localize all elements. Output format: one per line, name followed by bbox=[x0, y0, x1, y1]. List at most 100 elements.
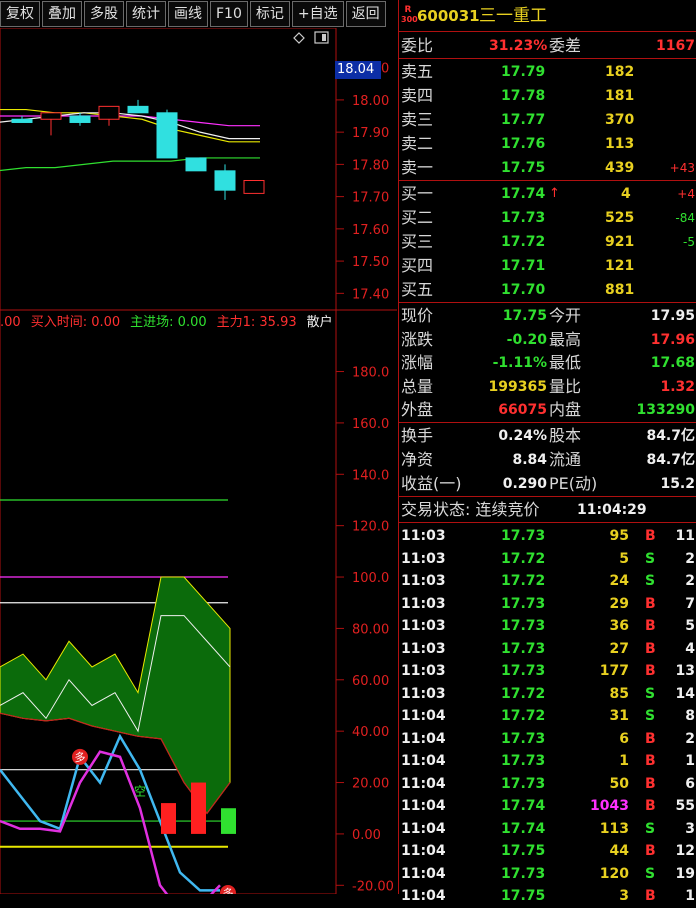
svg-text:多: 多 bbox=[75, 750, 86, 764]
divider bbox=[399, 180, 696, 181]
toolbar-button-8[interactable]: 返回 bbox=[345, 1, 386, 27]
sell-row[interactable]: 卖二 17.76 113 bbox=[399, 132, 696, 156]
tick-row[interactable]: 11:03 17.73 29 B 7 bbox=[399, 593, 696, 616]
indicator-axis-label: 60.00 bbox=[352, 674, 389, 689]
buy-row[interactable]: 买五 17.70 881 bbox=[399, 278, 696, 302]
stock-header[interactable]: R 300 600031 三一重工 bbox=[399, 4, 696, 30]
tick-row[interactable]: 11:03 17.73 95 B 11 bbox=[399, 525, 696, 548]
sell-row[interactable]: 卖五 17.79 182 bbox=[399, 60, 696, 84]
tick-row[interactable]: 11:03 17.73 177 B 13 bbox=[399, 660, 696, 683]
fund-row: 净资 8.84 流通 84.7亿 bbox=[401, 450, 695, 469]
candle bbox=[127, 99, 149, 114]
toolbar-button-0[interactable]: 复权 bbox=[0, 1, 40, 27]
tick-row[interactable]: 11:03 17.73 36 B 5 bbox=[399, 615, 696, 638]
candle bbox=[214, 164, 236, 200]
legend-item: 散户 bbox=[306, 315, 333, 330]
stat-row: 涨幅 -1.11% 最低 17.68 bbox=[401, 353, 695, 372]
price-axis-label: 17.40 bbox=[352, 287, 389, 302]
duo-marker: 多 bbox=[220, 885, 236, 894]
current-price-tag: 18.04 bbox=[335, 61, 381, 79]
indicator-axis-label: 100.0 bbox=[352, 571, 389, 586]
stock-name: 三一重工 bbox=[479, 6, 547, 26]
fund-row: 收益(一) 0.290 PE(动) 15.2 bbox=[401, 474, 695, 493]
price-axis-label: 17.90 bbox=[352, 126, 389, 141]
toolbar-button-7[interactable]: +自选 bbox=[291, 1, 344, 27]
price-axis-label: 17.50 bbox=[352, 255, 389, 270]
indicator-axis-label: 180.0 bbox=[352, 366, 389, 381]
indicator-axis-label: 20.00 bbox=[352, 777, 389, 792]
buy-row[interactable]: 买四 17.71 121 bbox=[399, 254, 696, 278]
candle bbox=[69, 112, 91, 126]
tick-row[interactable]: 11:03 17.72 85 S 14 bbox=[399, 683, 696, 706]
sell-row[interactable]: 卖三 17.77 370 bbox=[399, 108, 696, 132]
toolbar-button-3[interactable]: 统计 bbox=[126, 1, 166, 27]
toolbar-button-2[interactable]: 多股 bbox=[84, 1, 124, 27]
price-axis-label: 17.60 bbox=[352, 223, 389, 238]
candle bbox=[185, 157, 207, 172]
sell-row[interactable]: 卖四 17.78 181 bbox=[399, 84, 696, 108]
candle bbox=[40, 112, 62, 136]
tick-row[interactable]: 11:03 17.73 27 B 4 bbox=[399, 638, 696, 661]
indicator-legend: .00 买入时间: 0.00 主进场: 0.00 主力1: 35.93 散户 bbox=[0, 311, 343, 330]
tick-row[interactable]: 11:03 17.72 24 S 2 bbox=[399, 570, 696, 593]
r-badge: R 300 bbox=[401, 5, 418, 24]
tick-row[interactable]: 11:04 17.75 44 B 12 bbox=[399, 840, 696, 863]
price-axis-label: 18.00 bbox=[352, 94, 389, 109]
indicator-bar bbox=[191, 782, 206, 834]
window-icon[interactable] bbox=[314, 31, 329, 44]
ma-line-3 bbox=[0, 112, 260, 140]
indicator-axis-label: 40.00 bbox=[352, 725, 389, 740]
up-arrow-icon: ↑ bbox=[549, 186, 560, 201]
svg-text:空: 空 bbox=[134, 784, 146, 798]
toolbar-button-1[interactable]: 叠加 bbox=[42, 1, 82, 27]
legend-item: 主力1: 35.93 bbox=[216, 315, 297, 330]
tick-row[interactable]: 11:04 17.74 1043 B 55 bbox=[399, 795, 696, 818]
diamond-icon[interactable] bbox=[293, 32, 305, 44]
buy-row[interactable]: 买二 17.73 525 -84 bbox=[399, 206, 696, 230]
toolbar-button-4[interactable]: 画线 bbox=[168, 1, 208, 27]
candle bbox=[98, 105, 120, 126]
toolbar-button-5[interactable]: F10 bbox=[210, 1, 248, 27]
tick-row[interactable]: 11:04 17.75 3 B 1 bbox=[399, 885, 696, 908]
divider bbox=[399, 422, 696, 423]
chart-toolbar: 复权 叠加 多股 统计 画线 F10 标记 +自选 返回 bbox=[0, 0, 397, 28]
legend-item: .00 bbox=[0, 315, 21, 330]
kong-marker: 空 bbox=[134, 784, 146, 798]
tick-row[interactable]: 11:04 17.73 50 B 6 bbox=[399, 773, 696, 796]
candle bbox=[11, 116, 33, 123]
stock-code: 600031 bbox=[417, 7, 480, 25]
trade-status: 交易状态: 连续竞价 11:04:29 bbox=[401, 500, 647, 519]
legend-item: 买入时间: 0.00 bbox=[30, 315, 121, 330]
quote-panel: R 300 600031 三一重工 委比 31.23% 委差 1167 卖五 17… bbox=[398, 0, 696, 904]
tick-row[interactable]: 11:04 17.73 120 S 19 bbox=[399, 863, 696, 886]
ma-line-2 bbox=[0, 157, 260, 172]
indicator-axis-label: -20.00 bbox=[352, 879, 394, 894]
chart-canvas[interactable]: 18.1018.0017.9017.8017.7017.6017.5017.40… bbox=[0, 28, 397, 894]
candle bbox=[156, 109, 178, 159]
indicator-bar bbox=[221, 808, 236, 834]
stat-row: 外盘 66075 内盘 133290 bbox=[401, 400, 695, 419]
buy-row[interactable]: 买一 17.74 ↑ 4 +4 bbox=[399, 182, 696, 206]
legend-item: 主进场: 0.00 bbox=[130, 315, 207, 330]
divider bbox=[399, 522, 696, 523]
tick-row[interactable]: 11:04 17.74 113 S 3 bbox=[399, 818, 696, 841]
candle bbox=[243, 180, 265, 194]
buy-row[interactable]: 买三 17.72 921 -5 bbox=[399, 230, 696, 254]
tick-row[interactable]: 11:04 17.72 31 S 8 bbox=[399, 705, 696, 728]
chart-area[interactable]: 18.1018.0017.9017.8017.7017.6017.5017.40… bbox=[0, 28, 397, 894]
sell-row[interactable]: 卖一 17.75 439 +43 bbox=[399, 156, 696, 180]
svg-text:多: 多 bbox=[223, 886, 234, 894]
fund-row: 换手 0.24% 股本 84.7亿 bbox=[401, 426, 695, 445]
indicator-axis-label: 160.0 bbox=[352, 417, 389, 432]
tick-row[interactable]: 11:04 17.73 1 B 1 bbox=[399, 750, 696, 773]
indicator-axis-label: 80.00 bbox=[352, 622, 389, 637]
toolbar-button-6[interactable]: 标记 bbox=[249, 1, 290, 27]
divider bbox=[399, 58, 696, 59]
divider bbox=[399, 31, 696, 32]
indicator-axis-label: 0.00 bbox=[352, 828, 381, 843]
tick-row[interactable]: 11:04 17.73 6 B 2 bbox=[399, 728, 696, 751]
tick-row[interactable]: 11:03 17.72 5 S 2 bbox=[399, 548, 696, 571]
indicator-axis-label: 120.0 bbox=[352, 520, 389, 535]
stat-row: 涨跌 -0.20 最高 17.96 bbox=[401, 329, 695, 349]
indicator-area bbox=[0, 576, 231, 815]
